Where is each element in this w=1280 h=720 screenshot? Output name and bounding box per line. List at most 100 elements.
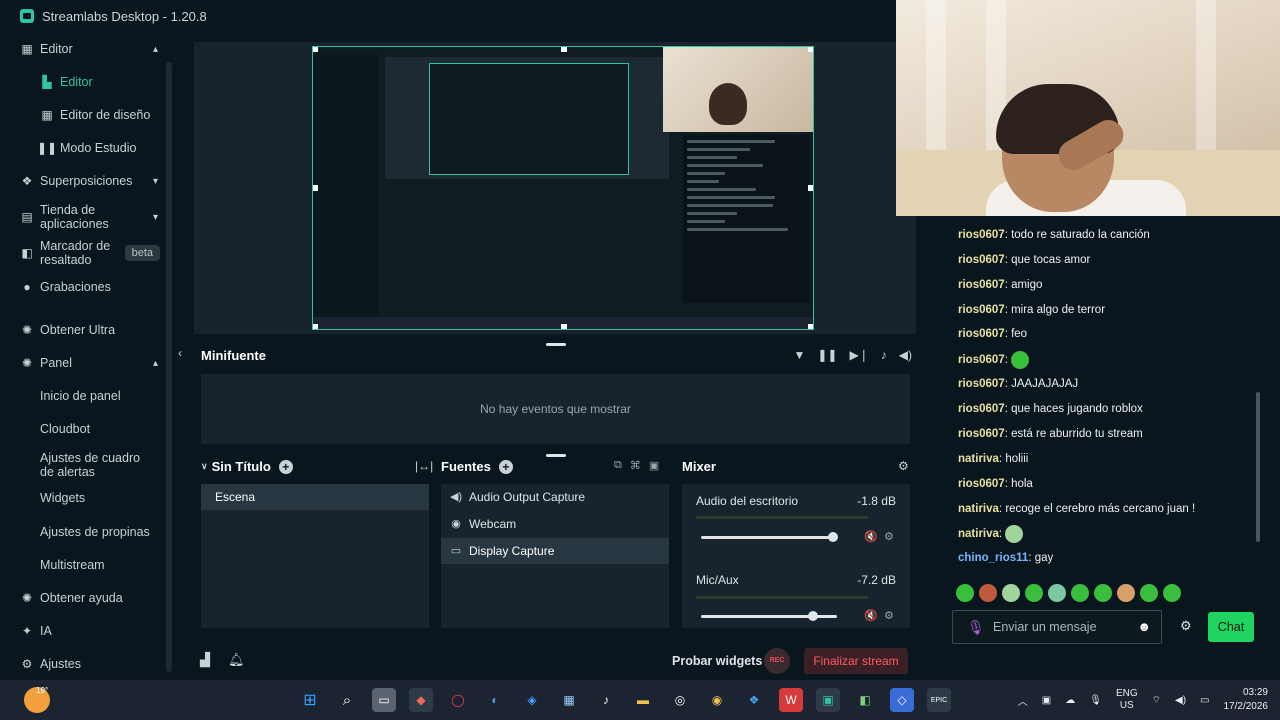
emote-icon[interactable] [1117,584,1135,602]
source-group-icon[interactable]: ⧉ [614,459,622,472]
sidebar-item-recordings[interactable]: ● Grabaciones [0,280,172,294]
sidebar-item-get-ultra[interactable]: ✺ Obtener Ultra [0,323,172,337]
chevron-up-icon[interactable]: ▴ [153,358,158,369]
collapse-sidebar-icon[interactable]: ‹ [178,346,182,360]
resize-handle[interactable] [561,47,567,52]
resize-handle[interactable] [808,47,813,52]
sidebar-item-app-store[interactable]: ▤ Tienda de aplicaciones ▾ [0,202,172,232]
scene-item[interactable]: Escena [201,484,429,510]
store-icon[interactable]: ▦ [557,688,581,712]
roblox-icon[interactable]: ◇ [890,688,914,712]
emote-icon[interactable] [1002,584,1020,602]
channel-settings-icon[interactable]: ⚙ [884,530,894,543]
mixer-settings-icon[interactable]: ⚙ [898,459,909,473]
emote-icon[interactable] [979,584,997,602]
chat-settings-icon[interactable]: ⚙ [1180,618,1192,634]
app-icon[interactable]: ◆ [409,688,433,712]
end-stream-button[interactable]: Finalizar stream [804,648,908,674]
sidebar-item-studio-mode[interactable]: ❚❚ Modo Estudio [0,141,172,155]
resize-handle[interactable] [561,324,567,329]
epic-games-icon[interactable]: EPIC [927,688,951,712]
app-icon[interactable]: ◈ [520,688,544,712]
bell-icon[interactable]: ♪ [881,348,887,362]
sidebar-item-dashboard[interactable]: ✺ Panel ▴ [0,356,172,370]
volume-slider-knob[interactable] [807,611,818,621]
tiktok-icon[interactable]: ♪ [594,688,618,712]
chat-send-button[interactable]: Chat [1208,612,1254,642]
emote-icon[interactable] [1071,584,1089,602]
scene-collection-title[interactable]: Sin Título [212,459,271,474]
sidebar-item-get-help[interactable]: ✺ Obtener ayuda [0,591,172,605]
emote-icon[interactable] [1048,584,1066,602]
sidebar-item-highlighter[interactable]: ◧ Marcador de resaltado beta [0,238,172,268]
add-scene-icon[interactable]: + [278,459,293,474]
sidebar-item-overlays[interactable]: ❖ Superposiciones ▾ [0,174,172,188]
app-icon[interactable]: W [779,688,803,712]
chrome-icon[interactable]: ◉ [705,688,729,712]
resize-handle[interactable] [808,324,813,329]
record-button[interactable]: REC [764,648,790,674]
sidebar-item-settings[interactable]: ⚙ Ajustes [0,657,172,671]
microphone-icon[interactable]: 🎙︎ [967,611,985,643]
task-view-icon[interactable]: ▭ [372,688,396,712]
emote-icon[interactable] [1140,584,1158,602]
volume-slider-knob[interactable] [827,532,838,542]
clock[interactable]: 03:29 17/2/2026 [1224,686,1269,714]
chevron-down-icon[interactable]: ▾ [153,212,158,223]
search-icon[interactable]: ⌕ [335,688,359,712]
battery-icon[interactable]: ▭ [1200,695,1209,706]
chat-scrollbar[interactable] [1256,392,1260,542]
resize-handle[interactable] [313,185,318,191]
channel-settings-icon[interactable]: ⚙ [884,609,894,622]
emote-icon[interactable] [1163,584,1181,602]
chat-message-input[interactable]: 🎙︎ Enviar un mensaje ☻ [952,610,1162,644]
chevron-up-icon[interactable]: ▴ [153,44,158,55]
source-link-icon[interactable]: ⌘ [630,459,641,472]
source-item-audio-output[interactable]: ◀) Audio Output Capture [441,484,669,510]
sidebar-item-editor[interactable]: ▙ Editor [0,75,172,89]
chevron-down-icon[interactable]: ∨ [201,461,208,472]
sidebar-item-alertbox-settings[interactable]: Ajustes de cuadro de alertas [0,450,172,480]
source-item-webcam[interactable]: ◉ Webcam [441,511,669,537]
sidebar-item-editor-group[interactable]: ▦ Editor ▴ [0,42,172,56]
app-icon[interactable]: ◎ [668,688,692,712]
streamlabs-icon[interactable]: ▣ [816,688,840,712]
performance-icon[interactable]: ▟ [200,652,210,668]
transitions-icon[interactable]: |↔| [415,459,433,473]
display-capture-frame[interactable] [312,46,814,330]
source-item-display-capture[interactable]: ▭ Display Capture [441,538,669,564]
resize-handle[interactable] [313,324,318,329]
emote-icon[interactable] [956,584,974,602]
emoji-icon[interactable]: ☻ [1137,611,1151,643]
sidebar-item-cloudbot[interactable]: Cloudbot [0,422,172,436]
panels-resize-grip[interactable] [546,454,566,457]
preview-resize-grip[interactable] [546,343,566,346]
file-explorer-icon[interactable]: ▬ [631,688,655,712]
language-indicator[interactable]: ENG US [1116,688,1138,712]
resize-handle[interactable] [808,185,813,191]
sidebar-item-dashboard-home[interactable]: Inicio de panel [0,389,172,403]
pause-icon[interactable]: ❚❚ [817,348,837,362]
sidebar-item-layout-editor[interactable]: ▦ Editor de diseño [0,108,172,122]
mute-icon[interactable]: 🔇 [864,530,878,543]
cloud-icon[interactable]: ☁ [1065,695,1075,706]
test-widgets-button[interactable]: Probar widgets [672,654,762,668]
notifications-icon[interactable]: 🔔︎ [228,652,245,668]
opera-icon[interactable]: ◯ [446,688,470,712]
emote-icon[interactable] [1025,584,1043,602]
skip-icon[interactable]: ▶❘ [849,348,868,362]
sidebar-item-tip-settings[interactable]: Ajustes de propinas [0,525,172,539]
resize-handle[interactable] [313,47,318,52]
chevron-down-icon[interactable]: ▾ [153,176,158,187]
volume-icon[interactable]: ◀) [899,348,912,362]
sidebar-item-multistream[interactable]: Multistream [0,558,172,572]
app-icon[interactable]: ◧ [853,688,877,712]
windows-start-icon[interactable]: ⊞ [298,688,322,712]
mute-icon[interactable]: 🔇 [864,609,878,622]
add-source-icon[interactable]: + [498,459,513,474]
wifi-icon[interactable]: ⌔ [1152,694,1161,707]
dropbox-icon[interactable]: ❖ [742,688,766,712]
tray-app-icon[interactable]: ▣ [1042,695,1051,706]
source-folder-icon[interactable]: ▣ [649,459,659,472]
volume-icon[interactable]: ◀) [1175,695,1186,706]
